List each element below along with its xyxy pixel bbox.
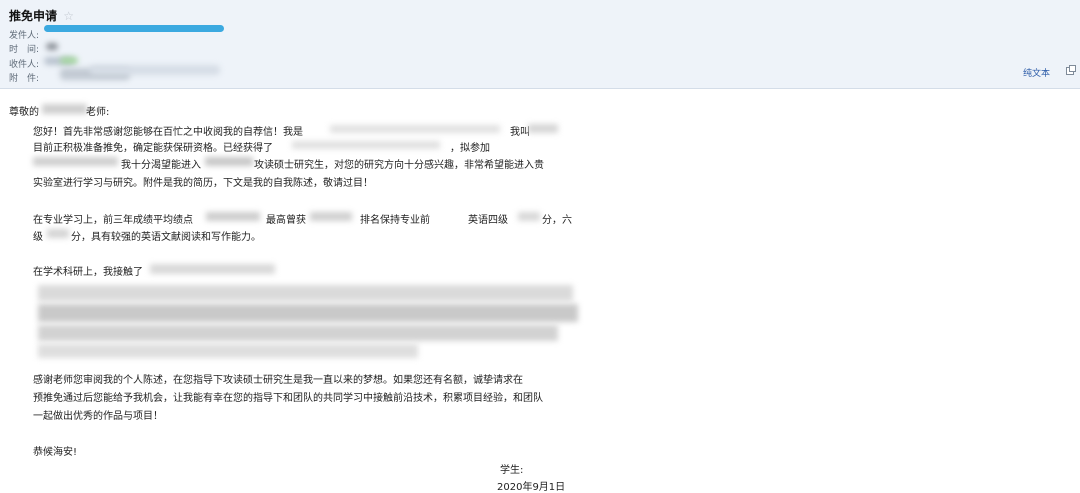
time-redacted — [46, 43, 58, 50]
plain-text-link[interactable]: 纯文本 — [1023, 66, 1050, 79]
p3-redacted-block-4 — [38, 344, 418, 358]
p2-line2-b: 分，具有较强的英语文献阅读和写作能力。 — [71, 232, 261, 243]
p3-redacted-1 — [150, 264, 275, 274]
p1-line2: 目前正积极准备推免，确定能获保研资格。已经获得了 — [33, 143, 273, 154]
p3-line1: 在学术科研上，我接触了 — [33, 267, 143, 278]
p1-line4: 实验室进行学习与研究。附件是我的简历，下文是我的自我陈述，敬请过目！ — [33, 178, 373, 189]
name-redacted — [42, 104, 87, 114]
p2-redacted-4 — [47, 229, 69, 238]
salutation-start: 尊敬的 — [9, 107, 39, 118]
p2-line1-e: 分，六 — [542, 215, 572, 226]
p2-line1-b: 最高曾获 — [266, 215, 306, 226]
p1-redacted-2 — [528, 124, 558, 133]
recipient-redacted-2 — [60, 57, 78, 64]
p2-line1-c: 排名保持专业前 — [360, 215, 430, 226]
subject-text: 推免申请 — [9, 9, 58, 23]
p1-line3-b: 攻读硕士研究生，对您的研究方向十分感兴趣，非常希望能进入贵 — [254, 160, 544, 171]
p4-line3: 一起做出优秀的作品与项目！ — [33, 411, 163, 422]
closing-text: 恭候海安! — [33, 447, 78, 458]
attachment-redacted-2 — [90, 65, 220, 75]
p1-redacted-1 — [330, 125, 500, 133]
p1-line1-b: 我叫 — [510, 127, 530, 138]
p1-line1-a: 您好！首先非常感谢您能够在百忙之中收阅我的自荐信！我是 — [33, 127, 303, 138]
p1-redacted-4 — [33, 157, 118, 166]
to-label: 收件人: — [9, 60, 40, 70]
time-label: 时 间: — [9, 45, 40, 55]
p1-redacted-3 — [292, 141, 440, 149]
from-label: 发件人: — [9, 31, 40, 41]
p2-redacted-1 — [206, 212, 260, 221]
sender-redacted[interactable] — [44, 25, 224, 32]
p1-line2-b: ，拟参加 — [450, 143, 490, 154]
salutation-end: 老师: — [86, 107, 110, 118]
p2-line1-a: 在专业学习上，前三年成绩平均绩点 — [33, 215, 193, 226]
p3-redacted-block-2 — [38, 304, 578, 322]
p2-line2-a: 级 — [33, 232, 43, 243]
mail-header: 推免申请 ☆ 发件人: 时 间: 收件人: 附 件: 纯文本 — [0, 0, 1080, 89]
star-icon[interactable]: ☆ — [63, 9, 74, 23]
popout-window-icon[interactable] — [1066, 65, 1076, 75]
p3-redacted-block-1 — [38, 285, 573, 301]
p3-redacted-block-3 — [38, 325, 558, 341]
signature-label: 学生: — [500, 465, 524, 476]
p4-line1: 感谢老师您审阅我的个人陈述，在您指导下攻读硕士研究生是我一直以来的梦想。如果您还… — [33, 375, 523, 386]
p1-line3-a: 我十分渴望能进入 — [121, 160, 201, 171]
p2-redacted-2 — [310, 212, 352, 221]
attachment-label: 附 件: — [9, 74, 40, 84]
p2-redacted-3 — [518, 212, 540, 221]
mail-subject: 推免申请 ☆ — [9, 7, 74, 24]
p2-line1-d: 英语四级 — [468, 215, 508, 226]
p1-redacted-5 — [205, 157, 253, 166]
p4-line2: 预推免通过后您能给予我机会，让我能有幸在您的指导下和团队的共同学习中接触前沿技术… — [33, 393, 543, 404]
